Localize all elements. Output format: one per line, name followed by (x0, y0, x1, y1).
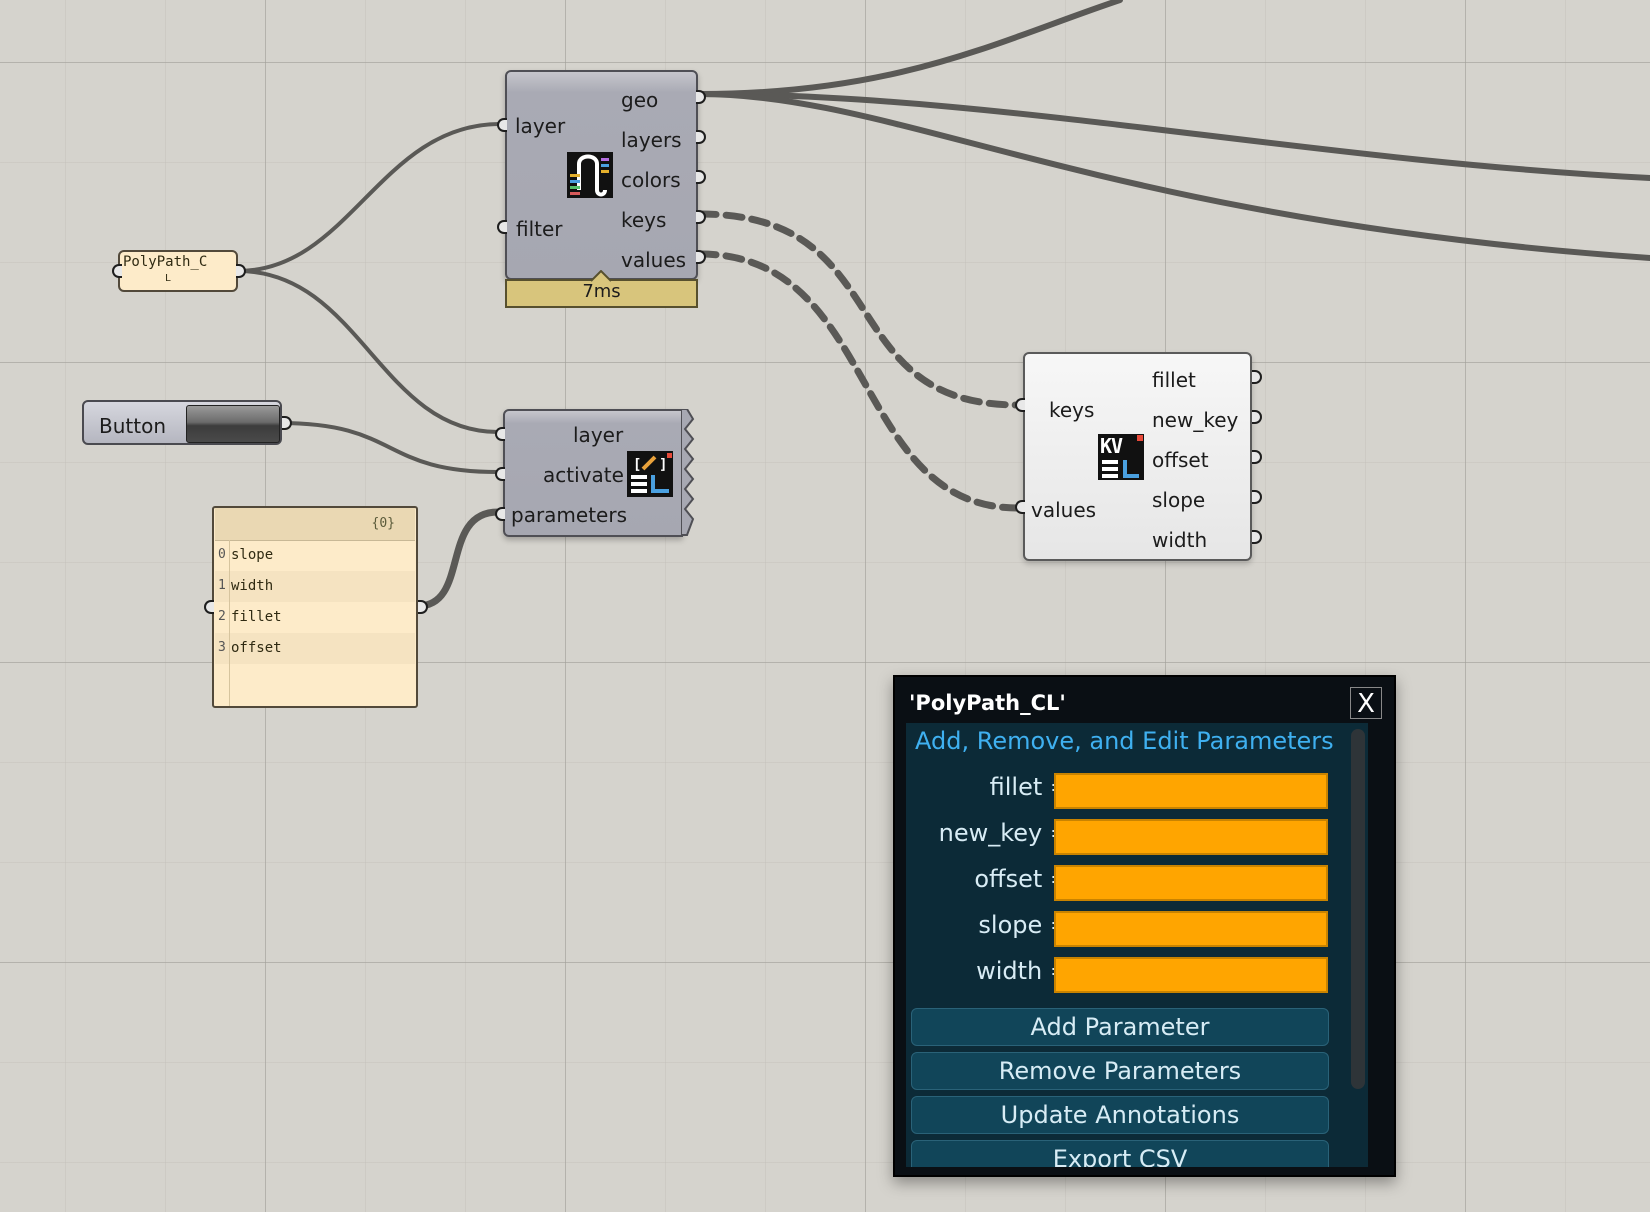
kv-icon: KV (1098, 434, 1144, 480)
parameter-editor-component[interactable]: layer activate parameters [ ] (495, 409, 683, 537)
output-label-geo: geo (621, 88, 659, 112)
input-grip-layer[interactable] (497, 118, 507, 132)
parameter-editor-popup[interactable]: 'PolyPath_CL' X Add, Remove, and Edit Pa… (893, 675, 1396, 1177)
panel-row: 2 fillet (215, 602, 415, 633)
row-index: 2 (218, 609, 226, 624)
row-value: slope (231, 547, 274, 563)
kv-component[interactable]: keys values fillet new_key offset slope … (1015, 352, 1262, 561)
field-input-offset[interactable] (1054, 865, 1328, 901)
input-label-layer: layer (515, 114, 566, 138)
output-label-keys: keys (621, 208, 667, 232)
parameter-editor-icon: [ ] (627, 451, 673, 497)
output-label-colors: colors (621, 168, 681, 192)
row-index: 3 (218, 640, 226, 655)
input-grip-layer[interactable] (495, 427, 505, 441)
output-label-layers: layers (621, 128, 682, 152)
popup-body: Add, Remove, and Edit Parameters fillet … (906, 723, 1368, 1167)
button-trigger[interactable] (186, 405, 280, 443)
zigzag-edge (681, 409, 695, 536)
input-label-layer: layer (573, 423, 624, 447)
output-label-slope: slope (1152, 488, 1206, 512)
remove-parameters-button[interactable]: Remove Parameters (911, 1052, 1329, 1090)
field-label-new-key: new_key = (938, 819, 1070, 847)
input-label-values: values (1031, 498, 1097, 522)
panel-index-divider (229, 540, 230, 706)
wire-geo-out-3 (697, 91, 1650, 261)
field-input-slope[interactable] (1054, 911, 1328, 947)
input-grip-parameters[interactable] (495, 507, 505, 521)
row-index: 1 (218, 578, 226, 593)
add-parameter-button[interactable]: Add Parameter (911, 1008, 1329, 1046)
wire-values-to-kv (696, 250, 1022, 512)
layer-reader-icon (567, 152, 613, 198)
field-input-fillet[interactable] (1054, 773, 1328, 809)
polypath-label: PolyPath_C (123, 254, 208, 270)
wire-geo-out-2 (697, 91, 1650, 181)
field-input-new-key[interactable] (1054, 819, 1328, 855)
close-button[interactable]: X (1350, 687, 1382, 719)
output-label-width: width (1152, 528, 1208, 552)
output-label-fillet: fillet (1152, 368, 1196, 392)
layer-reader-component[interactable]: layer filter geo layers colors keys valu… (497, 70, 706, 280)
panel-header: {0} (215, 508, 415, 541)
panel-row: 3 offset (215, 633, 415, 664)
row-value: offset (231, 640, 282, 656)
kv-icon-text: KV (1100, 434, 1123, 458)
output-label-values: values (621, 248, 687, 272)
input-grip[interactable] (112, 264, 122, 278)
input-grip[interactable] (204, 600, 214, 614)
input-grip-filter[interactable] (497, 220, 507, 234)
export-csv-button[interactable]: Export CSV (911, 1140, 1329, 1167)
timer-label: 7ms (582, 281, 621, 302)
popup-scrollbar[interactable] (1351, 729, 1365, 1089)
button-component[interactable]: Button (82, 400, 292, 445)
svg-text:]: ] (659, 457, 667, 473)
input-grip-values[interactable] (1015, 500, 1025, 514)
runtime-timer: 7ms (505, 279, 698, 308)
wire-polypath-to-layer (236, 122, 502, 273)
wire-button-to-activate (278, 421, 500, 474)
update-annotations-button[interactable]: Update Annotations (911, 1096, 1329, 1134)
text-panel[interactable]: {0} 0 slope 1 width 2 fillet 3 offset (204, 506, 428, 708)
row-index: 0 (218, 547, 226, 562)
output-label-new-key: new_key (1152, 408, 1239, 432)
popup-title: 'PolyPath_CL' (909, 691, 1066, 715)
svg-text:[: [ (633, 457, 641, 473)
row-value: fillet (231, 609, 282, 625)
timer-pointer (591, 270, 611, 282)
field-input-width[interactable] (1054, 957, 1328, 993)
button-label: Button (99, 414, 166, 438)
input-label-parameters: parameters (511, 503, 628, 527)
panel-row: 0 slope (215, 540, 415, 571)
input-label-activate: activate (543, 463, 624, 487)
panel-path: {0} (371, 516, 395, 531)
output-label-offset: offset (1152, 448, 1209, 472)
polypath-param[interactable]: PolyPath_C L (112, 250, 246, 292)
wire-panel-to-parameters (414, 508, 502, 610)
popup-subtitle: Add, Remove, and Edit Parameters (915, 727, 1334, 755)
input-grip-activate[interactable] (495, 467, 505, 481)
input-label-keys: keys (1049, 398, 1095, 422)
polypath-sublabel: L (165, 273, 172, 284)
grasshopper-canvas[interactable]: PolyPath_C L layer filter geo layers col… (0, 0, 1650, 1212)
input-label-filter: filter (516, 217, 563, 241)
row-value: width (231, 578, 274, 594)
input-grip-keys[interactable] (1015, 398, 1025, 412)
close-icon: X (1357, 689, 1375, 719)
wire-geo-out-1 (697, 0, 1123, 97)
panel-row: 1 width (215, 571, 415, 602)
